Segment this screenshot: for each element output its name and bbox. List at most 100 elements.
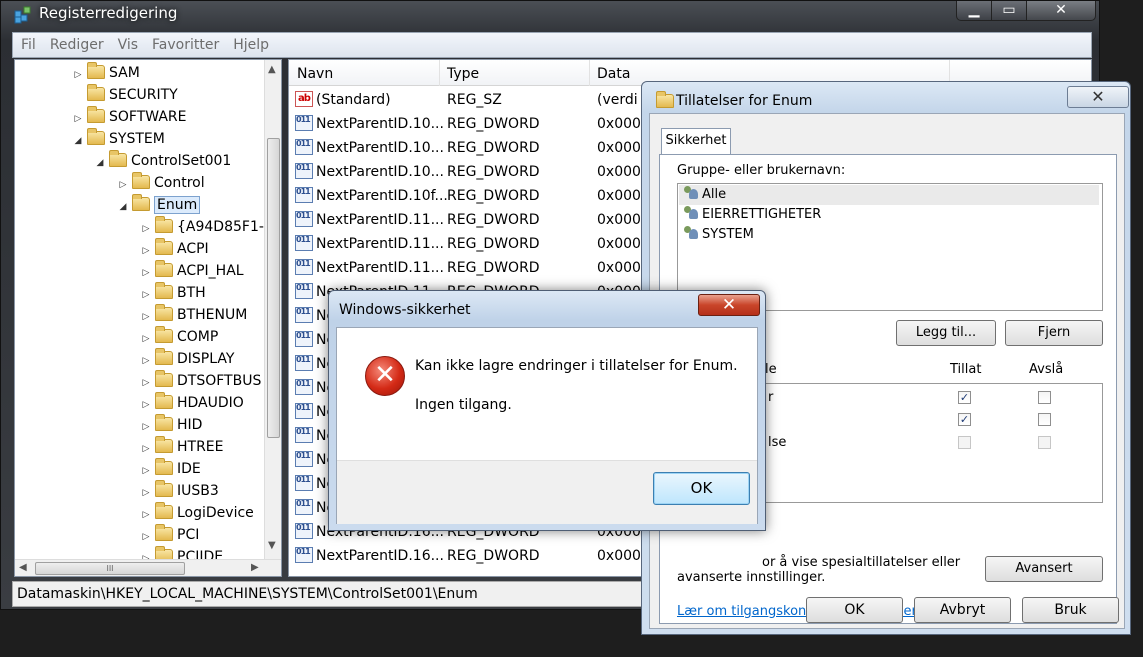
- advanced-button[interactable]: Avansert: [985, 556, 1103, 582]
- table-row[interactable]: 011 110NextParentID.11...REG_DWORD0x0000: [295, 208, 650, 232]
- minimize-button[interactable]: ▁: [956, 1, 992, 21]
- collapse-arrow-icon[interactable]: ◢: [116, 196, 130, 218]
- scroll-down-arrow-icon[interactable]: ▼: [268, 540, 276, 551]
- expand-arrow-icon[interactable]: ▷: [139, 306, 153, 328]
- allow-checkbox[interactable]: ✓: [958, 391, 971, 404]
- expand-arrow-icon[interactable]: ▷: [116, 174, 130, 196]
- scroll-thumb[interactable]: III: [35, 562, 185, 575]
- user-list-item[interactable]: SYSTEM: [684, 225, 1104, 245]
- tree-item[interactable]: ▷ HID: [139, 414, 202, 436]
- scroll-up-arrow-icon[interactable]: ▲: [268, 64, 276, 75]
- table-row[interactable]: ab (Standard) REG_SZ (verdi i: [295, 88, 646, 112]
- scroll-left-arrow-icon[interactable]: ◀: [19, 562, 27, 573]
- maximize-button[interactable]: ▭: [991, 1, 1027, 21]
- expand-arrow-icon[interactable]: ▷: [139, 526, 153, 548]
- permissions-ok-button[interactable]: OK: [806, 597, 903, 623]
- tree-item[interactable]: ▷ DISPLAY: [139, 348, 234, 370]
- tree-item-software[interactable]: ▷ SOFTWARE: [71, 106, 187, 128]
- binary-value-icon: 011 110: [295, 187, 313, 203]
- expand-arrow-icon[interactable]: ▷: [139, 372, 153, 394]
- allow-checkbox[interactable]: ✓: [958, 413, 971, 426]
- deny-checkbox[interactable]: [1038, 391, 1051, 404]
- table-row[interactable]: 011 110NextParentID.11...REG_DWORD0x0000: [295, 256, 650, 280]
- menu-view[interactable]: Vis: [110, 33, 144, 53]
- tree-item-controlset001[interactable]: ◢ ControlSet001: [93, 150, 231, 172]
- user-list-item[interactable]: Alle: [679, 185, 1099, 205]
- expand-arrow-icon[interactable]: ▷: [139, 240, 153, 262]
- table-row[interactable]: 011 110NextParentID.10...REG_DWORD0x0000: [295, 112, 650, 136]
- tree-vertical-scrollbar[interactable]: ▲ ▼: [264, 60, 281, 560]
- tree-horizontal-scrollbar[interactable]: ◀ III ▶: [15, 559, 281, 576]
- expand-arrow-icon[interactable]: ▷: [139, 350, 153, 372]
- menu-help[interactable]: Hjelp: [225, 33, 275, 53]
- tree-item[interactable]: ▷ COMP: [139, 326, 218, 348]
- expand-arrow-icon[interactable]: ▷: [139, 482, 153, 504]
- table-row[interactable]: 011 110NextParentID.11...REG_DWORD0x0000: [295, 232, 650, 256]
- expand-arrow-icon[interactable]: ▷: [139, 438, 153, 460]
- column-type[interactable]: Type: [447, 66, 479, 82]
- key-tree-pane[interactable]: ▷ SAM SECURITY ▷ SOFTWARE ◢ SYSTEM ◢ Control…: [14, 59, 282, 577]
- status-bar: Datamaskin\HKEY_LOCAL_MACHINE\SYSTEM\Con…: [12, 581, 652, 607]
- tree-item[interactable]: ▷ ACPI: [139, 238, 209, 260]
- column-data[interactable]: Data: [597, 66, 630, 82]
- scroll-right-arrow-icon[interactable]: ▶: [251, 562, 259, 573]
- tree-item[interactable]: ▷ HDAUDIO: [139, 392, 244, 414]
- collapse-arrow-icon[interactable]: ◢: [71, 130, 85, 152]
- menu-file[interactable]: Fil: [13, 33, 42, 53]
- tree-item-enum[interactable]: ◢ Enum: [116, 194, 201, 218]
- tree-item-control[interactable]: ▷ Control: [116, 172, 205, 194]
- menu-edit[interactable]: Rediger: [42, 33, 110, 53]
- value-name: NextParentID.10...: [316, 116, 444, 132]
- expand-arrow-icon[interactable]: ▷: [71, 108, 85, 130]
- expand-arrow-icon[interactable]: ▷: [139, 218, 153, 240]
- expand-arrow-icon[interactable]: ▷: [139, 416, 153, 438]
- expand-arrow-icon[interactable]: ▷: [139, 284, 153, 306]
- table-row[interactable]: 011 110NextParentID.10...REG_DWORD0x0000: [295, 160, 650, 184]
- tree-item[interactable]: ▷ BTH: [139, 282, 206, 304]
- expand-arrow-icon[interactable]: ▷: [139, 328, 153, 350]
- scroll-thumb[interactable]: [267, 138, 280, 438]
- expand-arrow-icon[interactable]: ▷: [71, 64, 85, 86]
- collapse-arrow-icon[interactable]: ◢: [93, 152, 107, 174]
- tree-item[interactable]: ▷ DTSOFTBUS: [139, 370, 261, 392]
- column-separator[interactable]: [439, 60, 440, 86]
- add-user-button[interactable]: Legg til...: [896, 320, 996, 346]
- tree-item-system[interactable]: ◢ SYSTEM: [71, 128, 165, 150]
- folder-icon: [155, 238, 173, 255]
- binary-value-icon: 011 110: [295, 475, 313, 491]
- user-list-item[interactable]: EIERRETTIGHETER: [684, 205, 1104, 225]
- permissions-close-button[interactable]: ✕: [1067, 86, 1129, 108]
- permissions-apply-button[interactable]: Bruk: [1022, 597, 1119, 623]
- remove-user-button[interactable]: Fjern: [1005, 320, 1103, 346]
- tree-item[interactable]: ▷ LogiDevice: [139, 502, 254, 524]
- deny-checkbox[interactable]: [1038, 413, 1051, 426]
- tree-item[interactable]: ▷ {A94D85F1-: [139, 216, 264, 238]
- table-row[interactable]: 011 110NextParentID.10f...REG_DWORD0x000…: [295, 184, 650, 208]
- users-icon: [684, 206, 700, 220]
- tree-item[interactable]: ▷ IUSB3: [139, 480, 219, 502]
- binary-value-icon: 011 110: [295, 283, 313, 299]
- tab-security[interactable]: Sikkerhet: [661, 128, 731, 154]
- column-separator[interactable]: [589, 60, 590, 86]
- expand-arrow-icon[interactable]: ▷: [139, 394, 153, 416]
- tree-item[interactable]: ▷ ACPI_HAL: [139, 260, 244, 282]
- expand-arrow-icon[interactable]: ▷: [139, 262, 153, 284]
- expand-arrow-icon[interactable]: ▷: [139, 504, 153, 526]
- tree-item[interactable]: ▷ BTHENUM: [139, 304, 247, 326]
- permissions-cancel-button[interactable]: Avbryt: [914, 597, 1011, 623]
- title-bar[interactable]: Registerredigering: [1, 1, 1099, 29]
- menu-favorites[interactable]: Favoritter: [144, 33, 225, 53]
- tree-item-security[interactable]: SECURITY: [71, 84, 178, 106]
- expand-arrow-icon[interactable]: ▷: [139, 460, 153, 482]
- tree-item[interactable]: ▷ HTREE: [139, 436, 224, 458]
- close-button[interactable]: ✕: [1026, 1, 1096, 21]
- column-name[interactable]: Navn: [297, 66, 333, 82]
- tree-item[interactable]: ▷ PCI: [139, 524, 199, 546]
- error-close-button[interactable]: ✕: [698, 294, 760, 316]
- table-row[interactable]: 011 110NextParentID.16...REG_DWORD0x0000: [295, 544, 650, 568]
- table-row[interactable]: 011 110NextParentID.10...REG_DWORD0x0000: [295, 136, 650, 160]
- tree-item[interactable]: ▷ IDE: [139, 458, 201, 480]
- binary-value-icon: 011 110: [295, 259, 313, 275]
- tree-item-sam[interactable]: ▷ SAM: [71, 62, 140, 84]
- error-ok-button[interactable]: OK: [653, 472, 750, 505]
